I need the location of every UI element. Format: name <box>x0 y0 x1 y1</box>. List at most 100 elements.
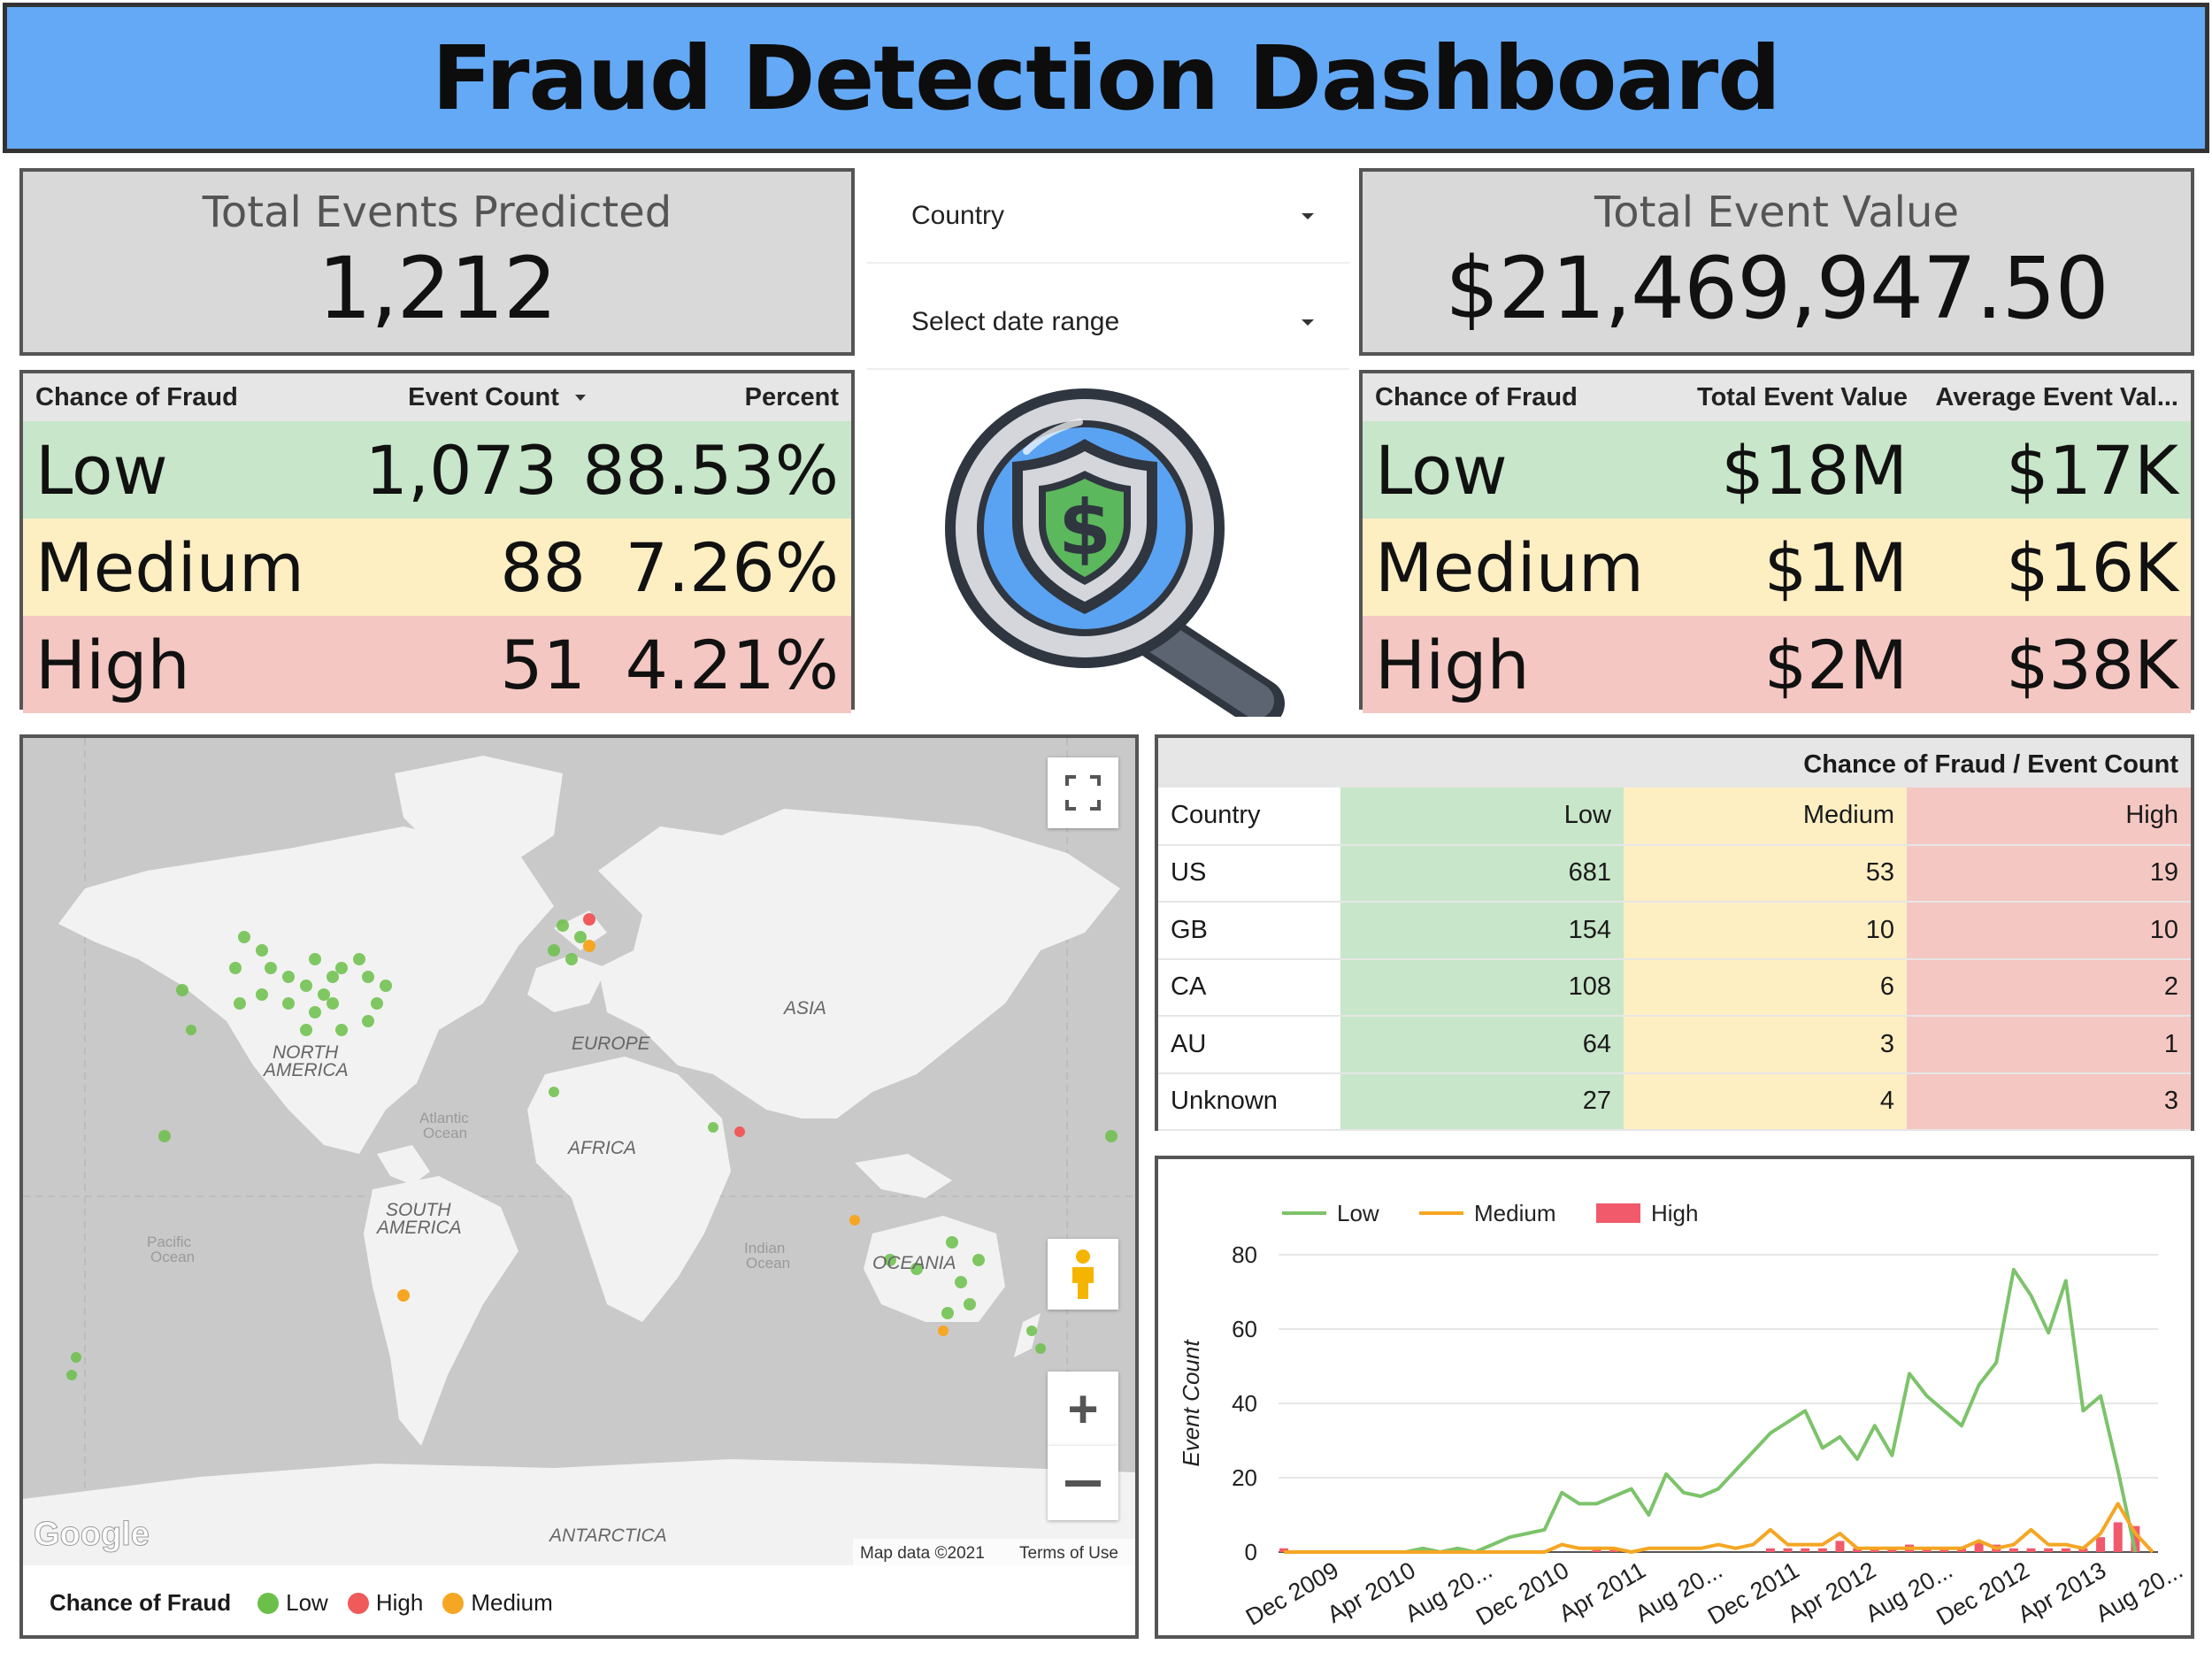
svg-text:$: $ <box>1058 484 1111 573</box>
pegman-icon <box>1072 1249 1094 1299</box>
zoom-out-button[interactable] <box>1048 1446 1118 1520</box>
high-cell: 19 <box>1907 844 2191 903</box>
fullscreen-icon <box>1065 775 1101 811</box>
low-header[interactable]: Low <box>1340 788 1624 846</box>
country-pivot-table: Chance of Fraud / Event Count Country Lo… <box>1155 734 2194 1131</box>
x-tick-label: Aug 20... <box>2091 1556 2187 1627</box>
table-row: Low $18M $17K <box>1363 421 2191 519</box>
map-label: AFRICA <box>566 1138 636 1158</box>
world-map[interactable]: NORTH AMERICA SOUTH AMERICA EUROPE ASIA … <box>23 738 1135 1565</box>
total-value-label: Total Event Value <box>1594 188 1959 237</box>
x-tick-label: Apr 2012 <box>1783 1556 1880 1628</box>
bar-high <box>1801 1548 1810 1552</box>
map-label: OCEANIA <box>872 1253 956 1273</box>
zoom-in-button[interactable]: + <box>1048 1372 1118 1446</box>
country-cell: AU <box>1158 1016 1340 1074</box>
medium-cell: 4 <box>1624 1072 1907 1131</box>
count-cell: 1,073 <box>365 430 558 510</box>
high-header[interactable]: High <box>1907 788 2191 846</box>
low-cell: 27 <box>1340 1072 1624 1131</box>
legend-label: Low <box>286 1589 328 1616</box>
chevron-down-icon <box>1302 212 1314 219</box>
map-label: Ocean <box>423 1125 467 1141</box>
count-cell: 51 <box>500 625 586 704</box>
table-row: Low 1,073 88.53% <box>23 421 851 519</box>
percent-header[interactable]: Percent <box>598 383 851 412</box>
table-header-row: Country Low Medium High <box>1158 788 2191 846</box>
street-view-button[interactable] <box>1048 1239 1118 1310</box>
country-filter-label: Country <box>911 201 1005 230</box>
series-line-low <box>1284 1267 2138 1554</box>
legend-item-high[interactable]: High <box>347 1589 424 1617</box>
y-axis-label: Event Count <box>1178 1339 1204 1467</box>
fullscreen-button[interactable] <box>1048 757 1118 828</box>
country-cell: GB <box>1158 902 1340 960</box>
event-count-header[interactable]: Event Count <box>324 383 598 412</box>
average-value-header[interactable]: Average Event Val... <box>1920 383 2191 412</box>
country-header[interactable]: Country <box>1158 788 1340 846</box>
bar-high <box>2061 1548 2070 1552</box>
table-row: AU 64 3 1 <box>1158 1016 2191 1074</box>
medium-header[interactable]: Medium <box>1624 788 1907 846</box>
count-cell: 88 <box>500 527 586 607</box>
y-tick-label: 40 <box>1232 1390 1257 1417</box>
y-tick-label: 0 <box>1245 1539 1257 1565</box>
high-cell: 3 <box>1907 1072 2191 1131</box>
map-label: ANTARCTICA <box>548 1526 667 1546</box>
total-cell: $1M <box>1763 527 1908 607</box>
high-cell: 2 <box>1907 958 2191 1017</box>
level-cell: Low <box>35 430 168 510</box>
country-cell: CA <box>1158 958 1340 1017</box>
x-tick-label: Apr 2010 <box>1323 1556 1420 1628</box>
date-range-filter-label: Select date range <box>911 307 1120 336</box>
medium-cell: 6 <box>1624 958 1907 1017</box>
bar-high <box>2113 1522 2123 1552</box>
chevron-down-icon <box>1302 319 1314 326</box>
average-cell: $38K <box>2006 625 2178 704</box>
bar-high <box>2026 1548 2036 1552</box>
fraud-magnifier-icon: $ <box>945 388 1285 717</box>
average-cell: $17K <box>2006 430 2178 510</box>
legend-item-low[interactable]: Low <box>257 1589 328 1617</box>
level-cell: High <box>1375 625 1530 704</box>
low-cell: 681 <box>1340 844 1624 903</box>
total-value-scorecard: Total Event Value $21,469,947.50 <box>1359 168 2194 356</box>
legend-label: High <box>375 1589 424 1616</box>
level-cell: Low <box>1375 430 1508 510</box>
legend-dot <box>347 1592 369 1614</box>
legend-dot <box>257 1592 280 1614</box>
legend-dot <box>442 1592 465 1614</box>
legend-label: Medium <box>1474 1200 1555 1226</box>
bar-high <box>1817 1548 1827 1552</box>
pivot-title: Chance of Fraud / Event Count <box>1158 738 2191 788</box>
fraud-value-table: Chance of Fraud Total Event Value Averag… <box>1359 370 2194 713</box>
map-legend-title: Chance of Fraud <box>50 1589 232 1616</box>
table-row: US 681 53 19 <box>1158 844 2191 903</box>
legend-item-medium[interactable]: Medium <box>442 1589 553 1617</box>
total-value-header[interactable]: Total Event Value <box>1655 383 1920 412</box>
map-label: Ocean <box>746 1255 790 1272</box>
legend-label: Medium <box>471 1589 553 1616</box>
level-cell: Medium <box>35 527 304 607</box>
map-terms-link[interactable]: Terms of Use <box>1019 1544 1118 1563</box>
geo-map-panel: NORTH AMERICA SOUTH AMERICA EUROPE ASIA … <box>19 734 1139 1639</box>
table-row: GB 154 10 10 <box>1158 902 2191 960</box>
bar-high <box>1783 1548 1793 1552</box>
plus-icon: + <box>1067 1379 1099 1439</box>
map-label: EUROPE <box>572 1034 651 1054</box>
low-cell: 154 <box>1340 902 1624 960</box>
country-filter[interactable]: Country <box>867 170 1349 264</box>
x-tick-label: Apr 2011 <box>1555 1556 1650 1627</box>
legend-label: High <box>1651 1200 1698 1226</box>
high-cell: 10 <box>1907 902 2191 960</box>
event-count-header-label: Event Count <box>408 382 559 411</box>
table-row: High 51 4.21% <box>23 616 851 713</box>
event-count-chart: 0 20 40 60 80 Event Count Dec 2009Apr 2010 Aug … <box>1178 1200 2187 1631</box>
dashboard-title: Fraud Detection Dashboard <box>432 26 1781 130</box>
x-tick-label: Apr 2013 <box>2013 1556 2110 1628</box>
date-range-filter[interactable]: Select date range <box>867 276 1349 370</box>
chance-of-fraud-header[interactable]: Chance of Fraud <box>1363 383 1655 412</box>
chance-of-fraud-header[interactable]: Chance of Fraud <box>23 383 324 412</box>
medium-cell: 10 <box>1624 902 1907 960</box>
legend-swatch <box>1596 1203 1640 1223</box>
